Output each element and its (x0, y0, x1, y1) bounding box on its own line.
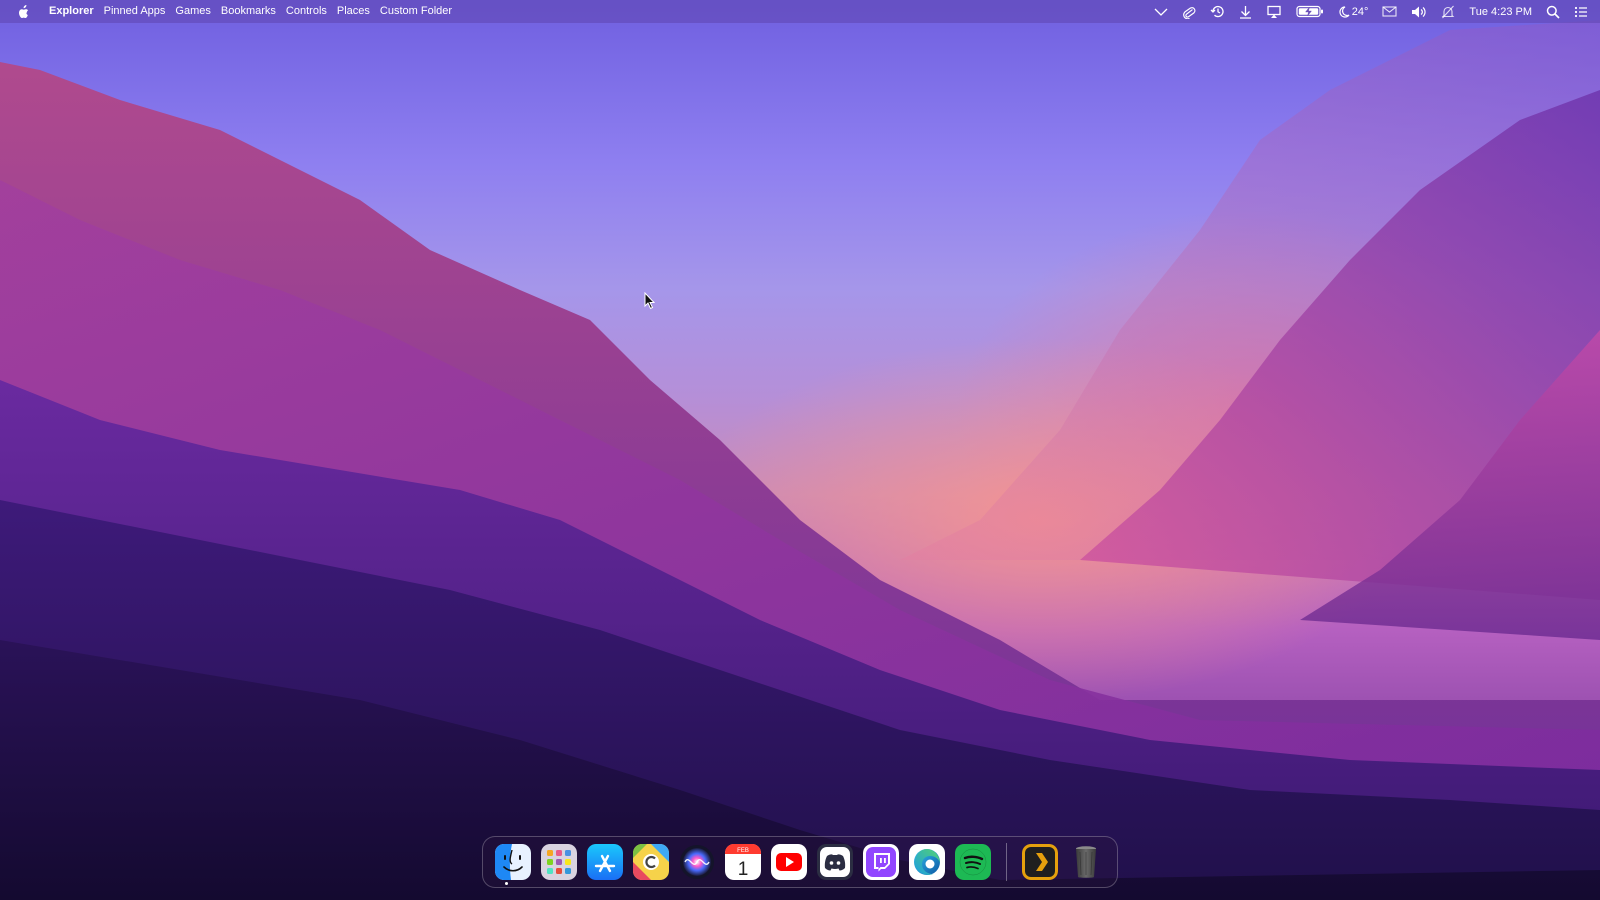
notifications-off-icon[interactable] (1441, 0, 1455, 23)
trash-icon (1076, 846, 1096, 878)
dock-item-calendar[interactable]: FEB 1 (725, 844, 761, 880)
chevron-down-icon[interactable] (1154, 0, 1168, 23)
search-icon[interactable] (1546, 0, 1560, 23)
twitch-icon (863, 844, 899, 880)
dock-item-twitch[interactable] (863, 844, 899, 880)
menu-bar: Explorer Pinned Apps Games Bookmarks Con… (0, 0, 1600, 23)
history-icon[interactable] (1210, 0, 1225, 23)
dock: FEB 1 (482, 836, 1118, 888)
finder-icon (495, 844, 531, 880)
menu-places[interactable]: Places (332, 0, 375, 23)
edge-icon (909, 844, 945, 880)
launchpad-icon (541, 844, 577, 880)
dock-separator (1006, 843, 1007, 881)
dock-item-youtube[interactable] (771, 844, 807, 880)
dock-item-siri[interactable] (679, 844, 715, 880)
screen-mirror-icon[interactable] (1266, 0, 1282, 23)
download-icon[interactable] (1239, 0, 1252, 23)
dock-item-app-store[interactable] (587, 844, 623, 880)
menu-custom-folder[interactable]: Custom Folder (375, 0, 457, 23)
volume-icon[interactable] (1411, 0, 1427, 23)
dock-item-launchpad[interactable] (541, 844, 577, 880)
spotify-icon (955, 844, 991, 880)
weather-temperature: 24° (1351, 5, 1369, 18)
siri-icon (680, 845, 714, 879)
paperclip-icon[interactable] (1182, 0, 1196, 23)
menu-pinned-apps[interactable]: Pinned Apps (99, 0, 171, 23)
desktop-wallpaper (0, 0, 1600, 900)
dock-item-finder[interactable] (495, 844, 531, 880)
calendar-day: 1 (738, 859, 749, 880)
menu-games[interactable]: Games (170, 0, 215, 23)
youtube-icon (771, 844, 807, 880)
mail-icon[interactable] (1382, 0, 1397, 23)
menu-bookmarks[interactable]: Bookmarks (216, 0, 281, 23)
discord-icon (817, 844, 853, 880)
battery-charging-icon[interactable] (1296, 0, 1324, 23)
mouse-cursor-icon (644, 292, 656, 310)
menu-bar-left: Explorer Pinned Apps Games Bookmarks Con… (16, 0, 457, 23)
ccleaner-icon (633, 844, 669, 880)
dock-item-spotify[interactable] (955, 844, 991, 880)
menu-app-name[interactable]: Explorer (44, 0, 99, 23)
control-center-icon[interactable] (1574, 0, 1588, 23)
menu-controls[interactable]: Controls (281, 0, 332, 23)
wallpaper-mountains (0, 20, 1600, 900)
apple-icon (19, 4, 29, 18)
apple-menu[interactable] (16, 0, 44, 23)
calendar-month: FEB (737, 848, 749, 854)
dock-item-ccleaner[interactable] (633, 844, 669, 880)
clock[interactable]: Tue 4:23 PM (1469, 0, 1532, 23)
dock-item-trash[interactable] (1068, 844, 1104, 880)
app-store-icon (587, 844, 623, 880)
moon-weather-icon[interactable]: 24° (1338, 0, 1369, 23)
dock-item-plex[interactable] (1022, 844, 1058, 880)
plex-icon (1022, 844, 1058, 880)
menu-bar-status-area: 24° Tue 4:23 PM (1140, 0, 1588, 23)
calendar-icon: FEB 1 (725, 844, 761, 880)
dock-item-edge[interactable] (909, 844, 945, 880)
dock-item-discord[interactable] (817, 844, 853, 880)
finder-running-indicator (505, 882, 508, 885)
